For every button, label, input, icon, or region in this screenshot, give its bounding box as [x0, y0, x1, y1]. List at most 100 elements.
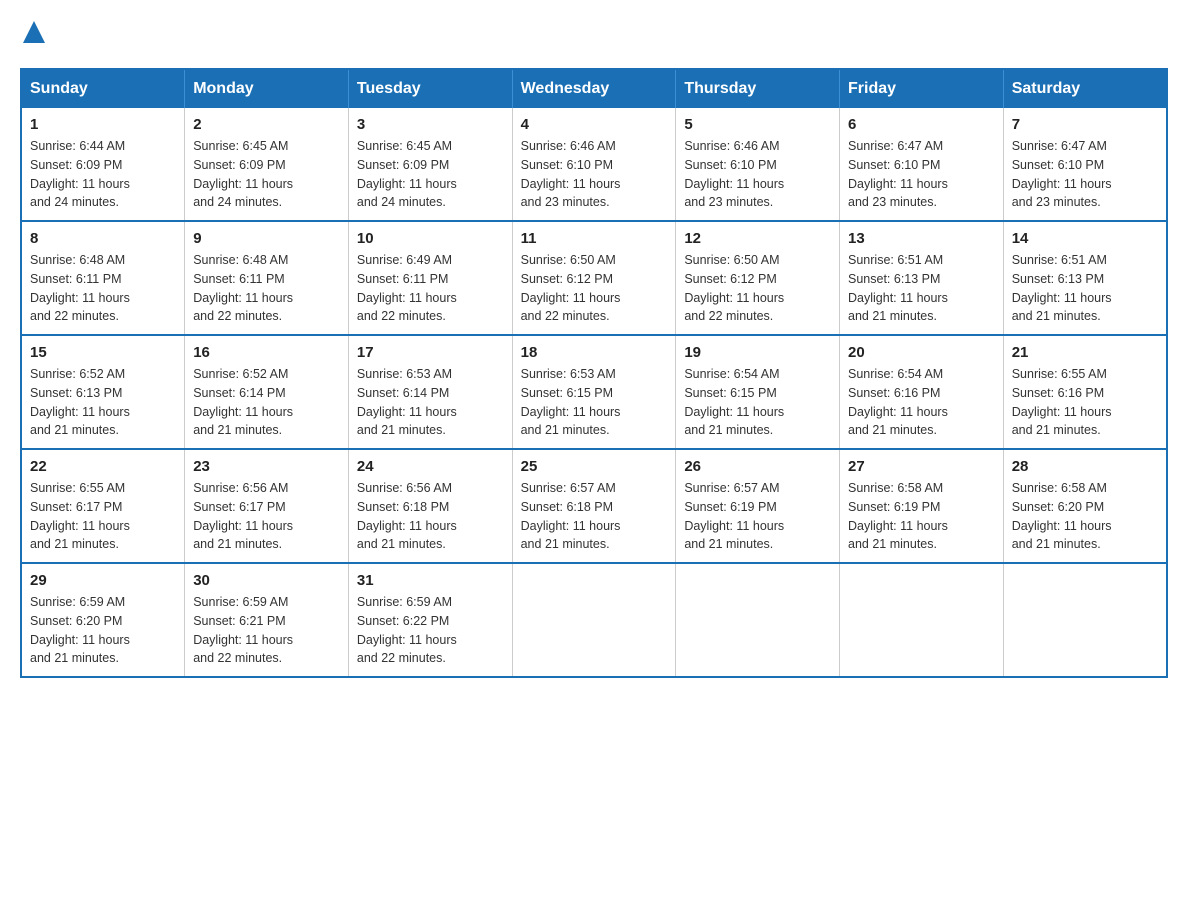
- day-info: Sunrise: 6:54 AMSunset: 6:16 PMDaylight:…: [848, 367, 948, 437]
- day-number: 15: [30, 344, 176, 361]
- day-info: Sunrise: 6:59 AMSunset: 6:22 PMDaylight:…: [357, 595, 457, 665]
- weekday-header-wednesday: Wednesday: [512, 69, 676, 108]
- day-number: 24: [357, 458, 504, 475]
- calendar-cell: [840, 563, 1004, 677]
- weekday-header-tuesday: Tuesday: [348, 69, 512, 108]
- day-info: Sunrise: 6:58 AMSunset: 6:20 PMDaylight:…: [1012, 481, 1112, 551]
- day-info: Sunrise: 6:53 AMSunset: 6:15 PMDaylight:…: [521, 367, 621, 437]
- day-info: Sunrise: 6:48 AMSunset: 6:11 PMDaylight:…: [30, 253, 130, 323]
- day-info: Sunrise: 6:56 AMSunset: 6:17 PMDaylight:…: [193, 481, 293, 551]
- calendar-cell: 13 Sunrise: 6:51 AMSunset: 6:13 PMDaylig…: [840, 221, 1004, 335]
- logo-triangle-icon: [23, 20, 45, 48]
- calendar-cell: 20 Sunrise: 6:54 AMSunset: 6:16 PMDaylig…: [840, 335, 1004, 449]
- calendar-cell: 1 Sunrise: 6:44 AMSunset: 6:09 PMDayligh…: [21, 108, 185, 221]
- calendar-cell: 27 Sunrise: 6:58 AMSunset: 6:19 PMDaylig…: [840, 449, 1004, 563]
- calendar-cell: 3 Sunrise: 6:45 AMSunset: 6:09 PMDayligh…: [348, 108, 512, 221]
- calendar-cell: 28 Sunrise: 6:58 AMSunset: 6:20 PMDaylig…: [1003, 449, 1167, 563]
- day-number: 9: [193, 230, 340, 247]
- day-number: 27: [848, 458, 995, 475]
- weekday-header-friday: Friday: [840, 69, 1004, 108]
- calendar-cell: 24 Sunrise: 6:56 AMSunset: 6:18 PMDaylig…: [348, 449, 512, 563]
- day-number: 30: [193, 572, 340, 589]
- day-info: Sunrise: 6:50 AMSunset: 6:12 PMDaylight:…: [521, 253, 621, 323]
- calendar-cell: 30 Sunrise: 6:59 AMSunset: 6:21 PMDaylig…: [185, 563, 349, 677]
- calendar-week-row: 1 Sunrise: 6:44 AMSunset: 6:09 PMDayligh…: [21, 108, 1167, 221]
- calendar-cell: [676, 563, 840, 677]
- logo: [20, 20, 45, 48]
- day-info: Sunrise: 6:47 AMSunset: 6:10 PMDaylight:…: [1012, 139, 1112, 209]
- weekday-header-thursday: Thursday: [676, 69, 840, 108]
- calendar-cell: 17 Sunrise: 6:53 AMSunset: 6:14 PMDaylig…: [348, 335, 512, 449]
- day-number: 19: [684, 344, 831, 361]
- day-info: Sunrise: 6:54 AMSunset: 6:15 PMDaylight:…: [684, 367, 784, 437]
- day-info: Sunrise: 6:51 AMSunset: 6:13 PMDaylight:…: [848, 253, 948, 323]
- calendar-cell: 11 Sunrise: 6:50 AMSunset: 6:12 PMDaylig…: [512, 221, 676, 335]
- day-info: Sunrise: 6:56 AMSunset: 6:18 PMDaylight:…: [357, 481, 457, 551]
- calendar-week-row: 8 Sunrise: 6:48 AMSunset: 6:11 PMDayligh…: [21, 221, 1167, 335]
- calendar-week-row: 22 Sunrise: 6:55 AMSunset: 6:17 PMDaylig…: [21, 449, 1167, 563]
- calendar-cell: 5 Sunrise: 6:46 AMSunset: 6:10 PMDayligh…: [676, 108, 840, 221]
- calendar-cell: 23 Sunrise: 6:56 AMSunset: 6:17 PMDaylig…: [185, 449, 349, 563]
- calendar-cell: 31 Sunrise: 6:59 AMSunset: 6:22 PMDaylig…: [348, 563, 512, 677]
- day-number: 18: [521, 344, 668, 361]
- page-header: [20, 20, 1168, 48]
- calendar-cell: 7 Sunrise: 6:47 AMSunset: 6:10 PMDayligh…: [1003, 108, 1167, 221]
- day-info: Sunrise: 6:46 AMSunset: 6:10 PMDaylight:…: [684, 139, 784, 209]
- day-number: 1: [30, 116, 176, 133]
- calendar-week-row: 15 Sunrise: 6:52 AMSunset: 6:13 PMDaylig…: [21, 335, 1167, 449]
- day-number: 11: [521, 230, 668, 247]
- calendar-cell: [1003, 563, 1167, 677]
- calendar-cell: 14 Sunrise: 6:51 AMSunset: 6:13 PMDaylig…: [1003, 221, 1167, 335]
- calendar-cell: 16 Sunrise: 6:52 AMSunset: 6:14 PMDaylig…: [185, 335, 349, 449]
- day-info: Sunrise: 6:48 AMSunset: 6:11 PMDaylight:…: [193, 253, 293, 323]
- calendar-cell: 29 Sunrise: 6:59 AMSunset: 6:20 PMDaylig…: [21, 563, 185, 677]
- day-info: Sunrise: 6:55 AMSunset: 6:16 PMDaylight:…: [1012, 367, 1112, 437]
- day-number: 25: [521, 458, 668, 475]
- day-info: Sunrise: 6:49 AMSunset: 6:11 PMDaylight:…: [357, 253, 457, 323]
- day-info: Sunrise: 6:55 AMSunset: 6:17 PMDaylight:…: [30, 481, 130, 551]
- calendar-cell: 21 Sunrise: 6:55 AMSunset: 6:16 PMDaylig…: [1003, 335, 1167, 449]
- calendar-cell: 4 Sunrise: 6:46 AMSunset: 6:10 PMDayligh…: [512, 108, 676, 221]
- calendar-cell: 10 Sunrise: 6:49 AMSunset: 6:11 PMDaylig…: [348, 221, 512, 335]
- calendar-cell: 19 Sunrise: 6:54 AMSunset: 6:15 PMDaylig…: [676, 335, 840, 449]
- day-info: Sunrise: 6:46 AMSunset: 6:10 PMDaylight:…: [521, 139, 621, 209]
- day-number: 22: [30, 458, 176, 475]
- calendar-cell: 15 Sunrise: 6:52 AMSunset: 6:13 PMDaylig…: [21, 335, 185, 449]
- day-number: 13: [848, 230, 995, 247]
- weekday-header-monday: Monday: [185, 69, 349, 108]
- day-number: 2: [193, 116, 340, 133]
- day-info: Sunrise: 6:58 AMSunset: 6:19 PMDaylight:…: [848, 481, 948, 551]
- day-number: 29: [30, 572, 176, 589]
- calendar-cell: 12 Sunrise: 6:50 AMSunset: 6:12 PMDaylig…: [676, 221, 840, 335]
- weekday-header-saturday: Saturday: [1003, 69, 1167, 108]
- day-number: 14: [1012, 230, 1158, 247]
- day-info: Sunrise: 6:45 AMSunset: 6:09 PMDaylight:…: [357, 139, 457, 209]
- calendar-cell: 25 Sunrise: 6:57 AMSunset: 6:18 PMDaylig…: [512, 449, 676, 563]
- day-number: 16: [193, 344, 340, 361]
- calendar-cell: 6 Sunrise: 6:47 AMSunset: 6:10 PMDayligh…: [840, 108, 1004, 221]
- day-info: Sunrise: 6:53 AMSunset: 6:14 PMDaylight:…: [357, 367, 457, 437]
- day-number: 21: [1012, 344, 1158, 361]
- day-number: 5: [684, 116, 831, 133]
- day-info: Sunrise: 6:45 AMSunset: 6:09 PMDaylight:…: [193, 139, 293, 209]
- calendar-table: SundayMondayTuesdayWednesdayThursdayFrid…: [20, 68, 1168, 678]
- day-number: 12: [684, 230, 831, 247]
- day-number: 26: [684, 458, 831, 475]
- day-number: 28: [1012, 458, 1158, 475]
- calendar-header-row: SundayMondayTuesdayWednesdayThursdayFrid…: [21, 69, 1167, 108]
- calendar-cell: 18 Sunrise: 6:53 AMSunset: 6:15 PMDaylig…: [512, 335, 676, 449]
- day-info: Sunrise: 6:52 AMSunset: 6:14 PMDaylight:…: [193, 367, 293, 437]
- day-number: 6: [848, 116, 995, 133]
- calendar-cell: 9 Sunrise: 6:48 AMSunset: 6:11 PMDayligh…: [185, 221, 349, 335]
- calendar-week-row: 29 Sunrise: 6:59 AMSunset: 6:20 PMDaylig…: [21, 563, 1167, 677]
- weekday-header-sunday: Sunday: [21, 69, 185, 108]
- day-number: 7: [1012, 116, 1158, 133]
- day-number: 10: [357, 230, 504, 247]
- day-info: Sunrise: 6:57 AMSunset: 6:19 PMDaylight:…: [684, 481, 784, 551]
- day-number: 20: [848, 344, 995, 361]
- day-info: Sunrise: 6:50 AMSunset: 6:12 PMDaylight:…: [684, 253, 784, 323]
- day-number: 8: [30, 230, 176, 247]
- calendar-cell: 2 Sunrise: 6:45 AMSunset: 6:09 PMDayligh…: [185, 108, 349, 221]
- day-number: 3: [357, 116, 504, 133]
- day-info: Sunrise: 6:44 AMSunset: 6:09 PMDaylight:…: [30, 139, 130, 209]
